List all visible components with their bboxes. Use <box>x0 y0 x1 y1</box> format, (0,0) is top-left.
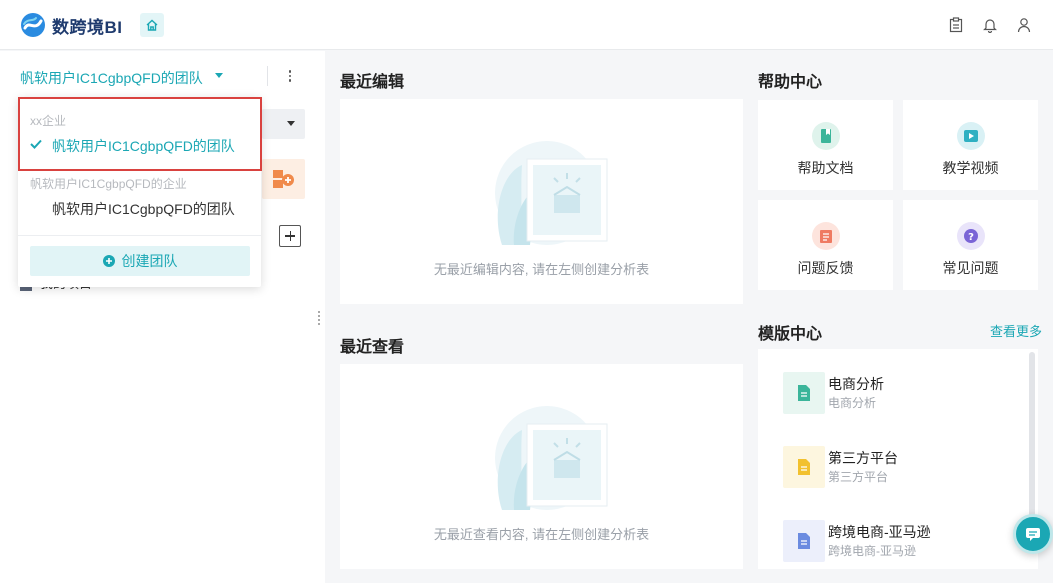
team-dropdown-menu: xx企业 帆软用户IC1CgbpQFD的团队 帆软用户IC1CgbpQFD的企业… <box>18 97 262 287</box>
document-icon <box>783 520 825 562</box>
template-title: 跨境电商-亚马逊 <box>828 524 931 540</box>
dropdown-group-label: 帆软用户IC1CgbpQFD的企业 <box>30 177 187 191</box>
help-docs-card[interactable]: 帮助文档 <box>758 100 893 190</box>
home-icon <box>146 19 158 31</box>
feedback-icon <box>811 222 840 250</box>
empty-state-text: 无最近查看内容, 请在左侧创建分析表 <box>433 527 650 542</box>
clipboard-icon <box>949 17 963 33</box>
recent-edit-panel: 无最近编辑内容, 请在左侧创建分析表 <box>340 99 743 304</box>
document-icon <box>783 372 825 414</box>
chat-support-button[interactable] <box>1013 514 1053 554</box>
document-icon <box>811 122 840 150</box>
tutorial-video-card[interactable]: 教学视频 <box>903 100 1038 190</box>
template-subtitle: 跨境电商-亚马逊 <box>828 544 916 558</box>
faq-card[interactable]: ? 常见问题 <box>903 200 1038 290</box>
template-item[interactable]: 第三方平台 第三方平台 <box>783 446 1013 490</box>
template-subtitle: 电商分析 <box>828 396 877 410</box>
question-icon: ? <box>956 222 985 250</box>
notification-button[interactable] <box>981 16 999 34</box>
filter-select[interactable] <box>262 109 305 139</box>
app-logo[interactable]: 数跨境BI <box>20 12 123 38</box>
logo-icon <box>21 13 45 37</box>
add-dataset-button[interactable] <box>262 159 305 199</box>
empty-state-illustration <box>494 406 607 510</box>
divider <box>267 66 268 86</box>
recent-edit-title: 最近编辑 <box>340 74 405 91</box>
more-options-button[interactable] <box>282 65 298 87</box>
video-icon <box>956 122 985 150</box>
empty-state-illustration <box>494 141 607 245</box>
template-subtitle: 第三方平台 <box>828 470 889 484</box>
help-card-label: 帮助文档 <box>797 160 854 176</box>
clipboard-button[interactable] <box>947 16 965 34</box>
help-card-label: 问题反馈 <box>797 260 854 276</box>
team-name[interactable]: 帆软用户IC1CgbpQFD的团队 <box>20 68 203 88</box>
document-icon <box>783 446 825 488</box>
user-button[interactable] <box>1015 16 1033 34</box>
svg-text:?: ? <box>968 232 974 243</box>
view-more-link[interactable]: 查看更多 <box>990 321 1042 340</box>
caret-down-icon[interactable] <box>287 121 295 126</box>
home-button[interactable] <box>140 13 164 37</box>
help-card-label: 教学视频 <box>942 160 999 176</box>
template-item[interactable]: 跨境电商-亚马逊 跨境电商-亚马逊 <box>783 520 1013 564</box>
check-icon <box>30 139 42 149</box>
dropdown-group-label: xx企业 <box>30 114 67 128</box>
template-title: 第三方平台 <box>828 450 898 466</box>
divider <box>18 235 261 236</box>
add-table-icon <box>272 170 294 188</box>
resize-handle[interactable] <box>318 311 320 325</box>
dropdown-item-selected[interactable]: 帆软用户IC1CgbpQFD的团队 <box>52 136 235 156</box>
feedback-card[interactable]: 问题反馈 <box>758 200 893 290</box>
template-title: 电商分析 <box>828 376 884 392</box>
help-center-title: 帮助中心 <box>758 74 823 91</box>
plus-circle-icon <box>102 255 115 267</box>
user-icon <box>1017 18 1031 33</box>
help-card-label: 常见问题 <box>942 260 999 276</box>
highlight-box <box>18 97 262 171</box>
template-center-title: 模版中心 <box>758 326 823 343</box>
scrollbar[interactable] <box>1029 352 1035 527</box>
bell-icon <box>983 19 997 33</box>
team-selector[interactable]: 帆软用户IC1CgbpQFD的团队 <box>0 51 325 101</box>
top-bar: 数跨境BI <box>0 0 1053 50</box>
create-team-label: 创建团队 <box>121 253 178 269</box>
create-team-button[interactable]: 创建团队 <box>30 246 250 276</box>
dropdown-item[interactable]: 帆软用户IC1CgbpQFD的团队 <box>52 199 235 219</box>
template-list: 电商分析 电商分析 第三方平台 第三方平台 跨境电商-亚马逊 跨境电商-亚马逊 <box>758 349 1038 569</box>
caret-down-icon[interactable] <box>215 73 223 78</box>
add-folder-button[interactable] <box>279 225 301 247</box>
chat-icon <box>1026 528 1040 541</box>
recent-view-panel: 无最近查看内容, 请在左侧创建分析表 <box>340 364 743 569</box>
template-item[interactable]: 电商分析 电商分析 <box>783 372 1013 416</box>
recent-view-title: 最近查看 <box>340 339 405 356</box>
empty-state-text: 无最近编辑内容, 请在左侧创建分析表 <box>433 262 650 277</box>
app-name: 数跨境BI <box>52 17 123 37</box>
